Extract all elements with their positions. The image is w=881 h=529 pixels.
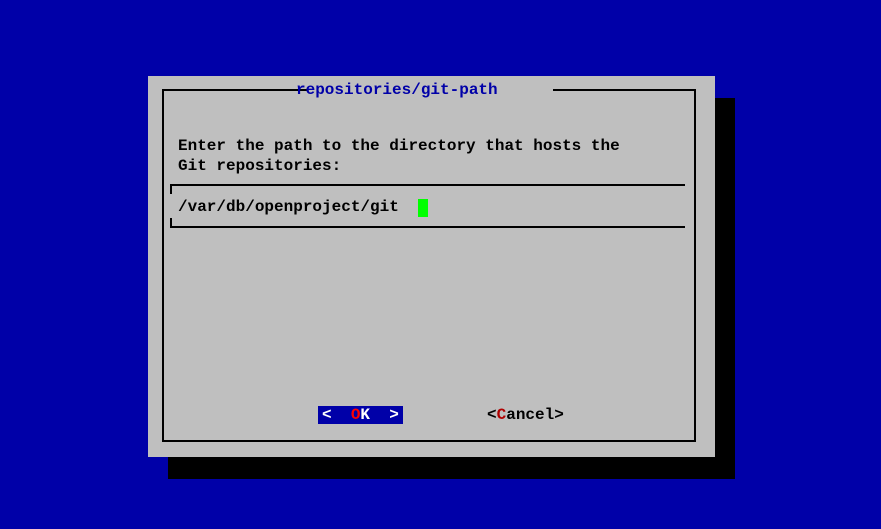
prompt-text: Enter the path to the directory that hos…	[178, 136, 683, 176]
ok-post: K >	[360, 406, 398, 424]
input-stub-tl	[170, 184, 172, 194]
text-cursor	[418, 199, 428, 217]
ok-pre: <	[322, 406, 351, 424]
cancel-button[interactable]: <Cancel>	[483, 406, 568, 424]
cancel-pre: <	[487, 406, 497, 424]
border-right	[694, 89, 696, 442]
cancel-hotkey: C	[497, 406, 507, 424]
ok-hotkey: O	[351, 406, 361, 424]
cancel-post: ancel>	[506, 406, 564, 424]
dialog-box: repositories/git-path Enter the path to …	[148, 76, 715, 457]
ok-button[interactable]: < OK >	[318, 406, 403, 424]
input-border-top	[172, 184, 685, 186]
border-bottom	[162, 440, 696, 442]
input-border-bottom	[172, 226, 685, 228]
dialog-title: repositories/git-path	[296, 81, 498, 99]
border-left	[162, 89, 164, 442]
git-path-value: /var/db/openproject/git	[178, 198, 399, 216]
